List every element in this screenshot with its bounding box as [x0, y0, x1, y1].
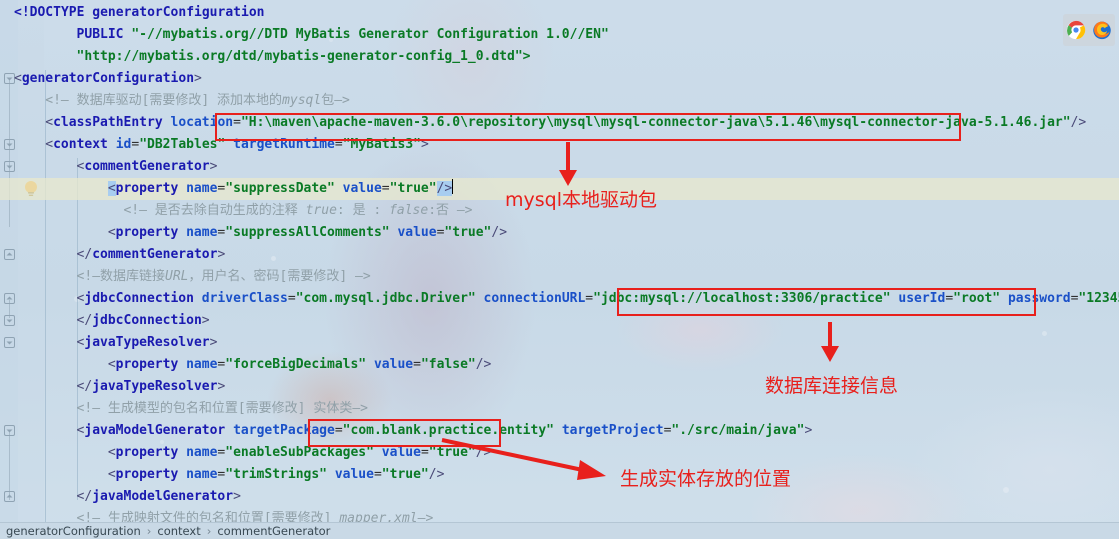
code-line-text: <property name="enableSubPackages" value… — [107, 445, 492, 460]
code-line-text: </commentGenerator> — [76, 247, 226, 262]
code-line-text: <!DOCTYPE generatorConfiguration — [14, 5, 265, 20]
code-line[interactable]: <property name="trimStrings" value="true… — [0, 464, 1119, 486]
code-line[interactable]: <javaTypeResolver> — [0, 332, 1119, 354]
code-line[interactable]: <javaModelGenerator targetPackage="com.b… — [0, 420, 1119, 442]
code-line-text: <javaModelGenerator targetPackage="com.b… — [76, 423, 813, 438]
breadcrumb-item-0[interactable]: generatorConfiguration — [6, 524, 141, 538]
code-line[interactable]: <property name="enableSubPackages" value… — [0, 442, 1119, 464]
status-bar: generatorConfiguration › context › comme… — [0, 522, 1119, 539]
annotation-label-mysql-driver: mysql本地驱动包 — [505, 189, 657, 211]
breadcrumb-item-1[interactable]: context — [157, 524, 200, 538]
code-line-text: <property name="forceBigDecimals" value=… — [107, 357, 492, 372]
code-line-text: <generatorConfiguration> — [14, 71, 202, 86]
code-line[interactable]: <classPathEntry location="H:\maven\apach… — [0, 112, 1119, 134]
code-line[interactable]: </javaModelGenerator> — [0, 486, 1119, 508]
code-line-text: </javaTypeResolver> — [76, 379, 226, 394]
code-line[interactable]: PUBLIC "-//mybatis.org//DTD MyBatis Gene… — [0, 24, 1119, 46]
breadcrumb-item-2[interactable]: commentGenerator — [217, 524, 330, 538]
annotation-label-entity-location: 生成实体存放的位置 — [620, 468, 792, 490]
code-line-text: <property name="suppressDate" value="tru… — [107, 179, 454, 196]
code-line-text: <!— 数据库驱动[需要修改] 添加本地的mysql包—> — [45, 93, 350, 108]
code-line[interactable]: </jdbcConnection> — [0, 310, 1119, 332]
code-line-text: <property name="trimStrings" value="true… — [107, 467, 445, 482]
code-line-text: <property name="suppressAllComments" val… — [107, 225, 508, 240]
text-caret — [452, 179, 454, 194]
code-line[interactable]: <!— 数据库驱动[需要修改] 添加本地的mysql包—> — [0, 90, 1119, 112]
code-line-text: <classPathEntry location="H:\maven\apach… — [45, 115, 1087, 130]
ide-editor-window: <!DOCTYPE generatorConfiguration PUBLIC "… — [0, 0, 1119, 539]
code-line[interactable]: <jdbcConnection driverClass="com.mysql.j… — [0, 288, 1119, 310]
code-line-text: <jdbcConnection driverClass="com.mysql.j… — [76, 291, 1119, 306]
annotation-label-db-connection: 数据库连接信息 — [765, 375, 899, 397]
code-line[interactable]: <property name="forceBigDecimals" value=… — [0, 354, 1119, 376]
code-line[interactable]: </commentGenerator> — [0, 244, 1119, 266]
code-line[interactable]: <!—数据库链接URL，用户名、密码[需要修改] —> — [0, 266, 1119, 288]
breadcrumb-separator: › — [146, 524, 152, 538]
code-line[interactable]: <!— 生成模型的包名和位置[需要修改] 实体类—> — [0, 398, 1119, 420]
code-line-text: <javaTypeResolver> — [76, 335, 218, 350]
code-line-text: </jdbcConnection> — [76, 313, 210, 328]
code-line[interactable]: </javaTypeResolver> — [0, 376, 1119, 398]
code-line[interactable]: <commentGenerator> — [0, 156, 1119, 178]
firefox-icon[interactable] — [1092, 20, 1112, 40]
code-line[interactable]: "http://mybatis.org/dtd/mybatis-generato… — [0, 46, 1119, 68]
code-line-text: </javaModelGenerator> — [76, 489, 241, 504]
code-line[interactable]: <property name="suppressAllComments" val… — [0, 222, 1119, 244]
code-line[interactable]: <context id="DB2Tables" targetRuntime="M… — [0, 134, 1119, 156]
code-line[interactable]: <generatorConfiguration> — [0, 68, 1119, 90]
chrome-icon[interactable] — [1066, 20, 1086, 40]
browser-quick-open-panel[interactable] — [1063, 14, 1115, 46]
code-line-text: "http://mybatis.org/dtd/mybatis-generato… — [76, 49, 531, 64]
code-line-text: <context id="DB2Tables" targetRuntime="M… — [45, 137, 429, 152]
code-line-text: <!—数据库链接URL，用户名、密码[需要修改] —> — [76, 269, 371, 284]
code-line-text: PUBLIC "-//mybatis.org//DTD MyBatis Gene… — [76, 27, 609, 42]
breadcrumb-separator: › — [206, 524, 212, 538]
code-line[interactable]: <!DOCTYPE generatorConfiguration — [0, 2, 1119, 24]
code-line-text: <!— 生成模型的包名和位置[需要修改] 实体类—> — [76, 401, 368, 416]
code-line-text: <commentGenerator> — [76, 159, 218, 174]
code-line-text: <!— 是否去除自动生成的注释 true: 是 : false:否 —> — [123, 203, 473, 218]
code-text-area[interactable]: <!DOCTYPE generatorConfiguration PUBLIC "… — [0, 0, 1119, 526]
